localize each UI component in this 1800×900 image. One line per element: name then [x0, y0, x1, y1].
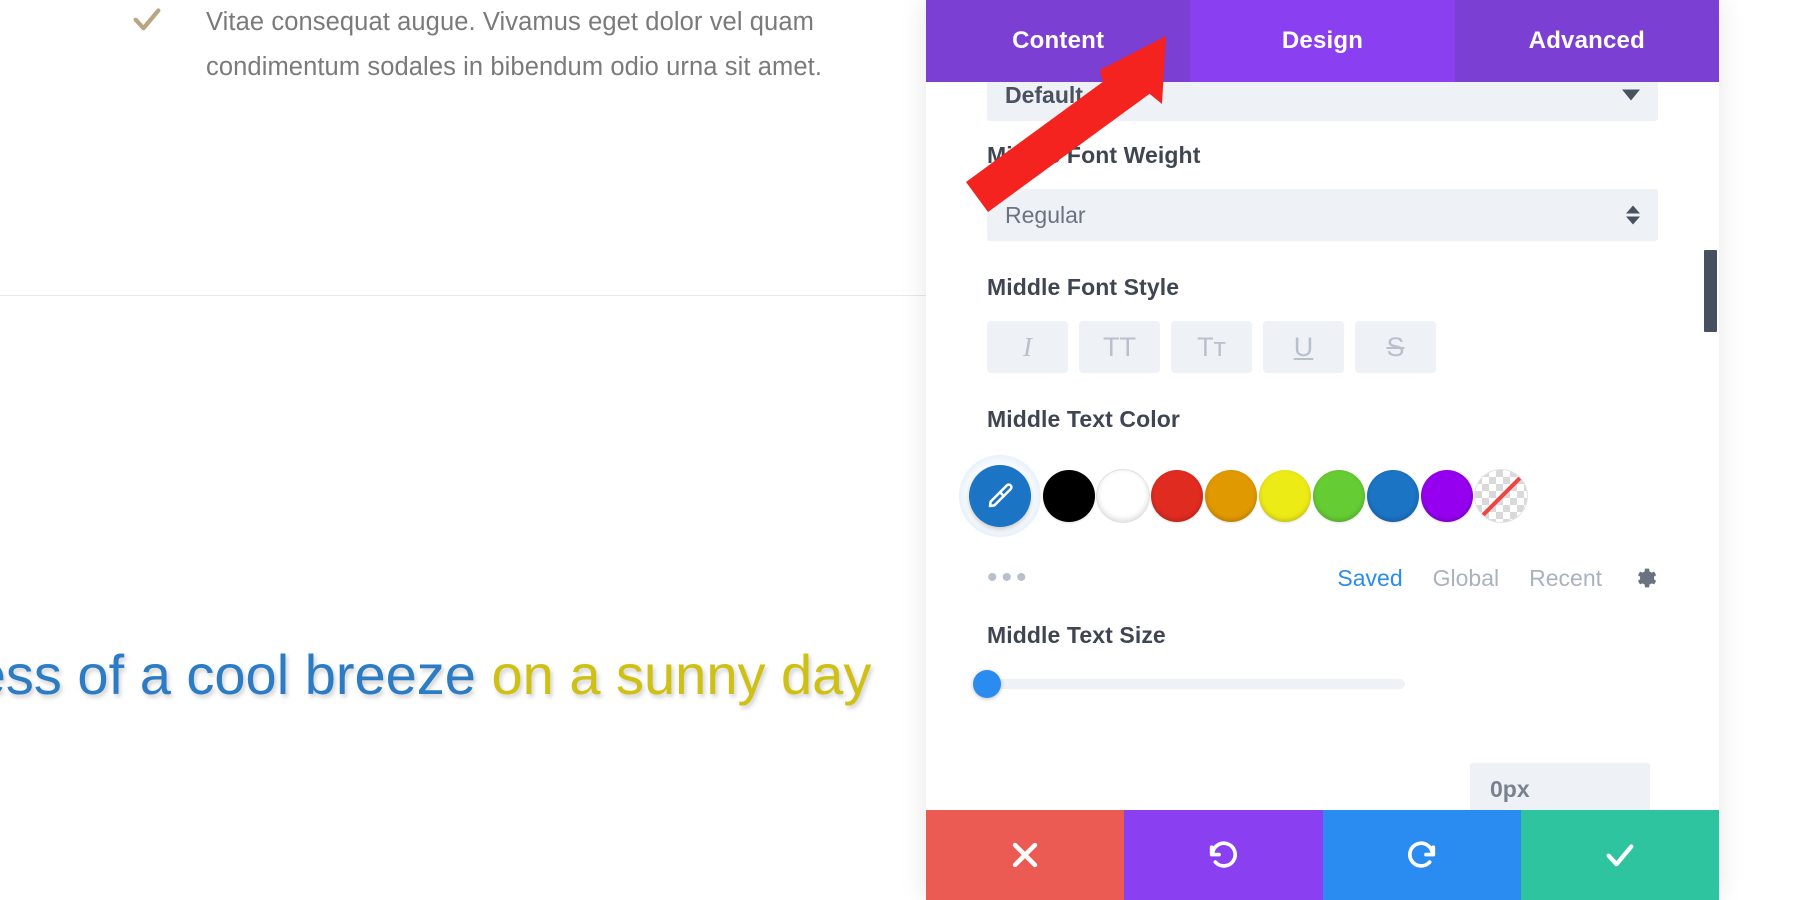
eyedropper-button[interactable]	[969, 465, 1031, 527]
text-size-label: Middle Text Size	[987, 622, 1166, 648]
clipped-select[interactable]: Default	[987, 82, 1658, 121]
swatch-white[interactable]	[1097, 470, 1149, 522]
check-icon	[130, 2, 164, 36]
modal-scrollbar-thumb[interactable]	[1704, 250, 1717, 332]
swatch-orange[interactable]	[1205, 470, 1257, 522]
swatch-black[interactable]	[1043, 470, 1095, 522]
hero-headline-blue: ispness of a cool breeze	[0, 643, 476, 706]
clipped-select-value: Default	[1005, 82, 1083, 108]
list-item-text: Vitae consequat augue. Vivamus eget dolo…	[206, 8, 823, 81]
section-divider	[0, 295, 926, 296]
font-style-label: Middle Font Style	[987, 274, 1180, 300]
cancel-button[interactable]	[926, 810, 1125, 900]
font-weight-value: Regular	[1005, 201, 1086, 228]
global-colors-link[interactable]: Global	[1433, 565, 1499, 592]
small-caps-glyph: Tт	[1197, 331, 1226, 362]
undo-icon	[1210, 841, 1238, 868]
save-button[interactable]	[1520, 810, 1719, 900]
chevron-down-icon	[1622, 89, 1640, 101]
modal-scroll-body: Default Middle Font Weight Regular Middl…	[926, 82, 1719, 810]
check-icon	[1606, 844, 1634, 867]
hero-headline-yellow: on a sunny day	[475, 643, 872, 706]
swatch-purple[interactable]	[1421, 470, 1473, 522]
settings-modal: Content Design Advanced Default Middle F…	[926, 0, 1719, 900]
tab-design[interactable]: Design	[1190, 0, 1455, 82]
tab-design-label: Design	[1281, 27, 1364, 54]
swatch-red[interactable]	[1151, 470, 1203, 522]
text-size-input[interactable]: 0px	[1470, 763, 1650, 815]
uppercase-button[interactable]: TT	[1079, 321, 1160, 373]
tab-content[interactable]: Content	[926, 0, 1190, 82]
modal-tab-bar: Content Design Advanced	[926, 0, 1719, 82]
swatch-green[interactable]	[1313, 470, 1365, 522]
undo-button[interactable]	[1124, 810, 1323, 900]
color-source-links: Saved Global Recent	[1337, 565, 1658, 592]
swatch-yellow[interactable]	[1259, 470, 1311, 522]
slider-track[interactable]	[973, 670, 1405, 698]
text-color-label: Middle Text Color	[987, 406, 1180, 432]
font-weight-label: Middle Font Weight	[987, 142, 1201, 168]
swatch-blue[interactable]	[1367, 470, 1419, 522]
tab-content-label: Content	[1012, 27, 1105, 54]
modal-scrollbar[interactable]	[1704, 82, 1719, 810]
screen: Vitae consequat augue. Vivamus eget dolo…	[0, 0, 1800, 900]
website-canvas: Vitae consequat augue. Vivamus eget dolo…	[0, 0, 926, 900]
close-icon	[1012, 842, 1038, 868]
saved-colors-link[interactable]: Saved	[1337, 565, 1402, 592]
font-style-button-group: I TT Tт U S	[987, 321, 1658, 373]
slider-handle[interactable]	[973, 670, 1001, 698]
uppercase-glyph: TT	[1103, 331, 1136, 362]
eyedropper-icon	[988, 483, 1013, 508]
redo-icon	[1407, 841, 1435, 868]
more-options-button[interactable]: •••	[987, 563, 1031, 593]
color-picker-wrap	[959, 455, 1041, 537]
list-item: Vitae consequat augue. Vivamus eget dolo…	[130, 0, 860, 90]
modal-action-bar	[926, 810, 1719, 900]
color-meta-row: ••• Saved Global Recent	[987, 563, 1658, 593]
strikethrough-glyph: S	[1386, 331, 1405, 362]
italic-glyph: I	[1023, 331, 1032, 362]
underline-button[interactable]: U	[1263, 321, 1344, 373]
stepper-arrows-icon	[1626, 205, 1640, 225]
tab-advanced-label: Advanced	[1528, 27, 1645, 54]
strikethrough-button[interactable]: S	[1355, 321, 1436, 373]
color-swatch-row	[959, 455, 1672, 537]
italic-button[interactable]: I	[987, 321, 1068, 373]
text-size-slider[interactable]	[973, 670, 1658, 698]
tab-advanced[interactable]: Advanced	[1455, 0, 1719, 82]
swatch-transparent[interactable]	[1475, 470, 1527, 522]
text-size-value: 0px	[1490, 775, 1530, 802]
underline-glyph: U	[1293, 331, 1314, 362]
redo-button[interactable]	[1322, 810, 1521, 900]
gear-icon[interactable]	[1632, 565, 1658, 591]
recent-colors-link[interactable]: Recent	[1529, 565, 1602, 592]
small-caps-button[interactable]: Tт	[1171, 321, 1252, 373]
hero-headline: ispness of a cool breeze on a sunny day	[0, 640, 871, 710]
font-weight-select[interactable]: Regular	[987, 189, 1658, 241]
